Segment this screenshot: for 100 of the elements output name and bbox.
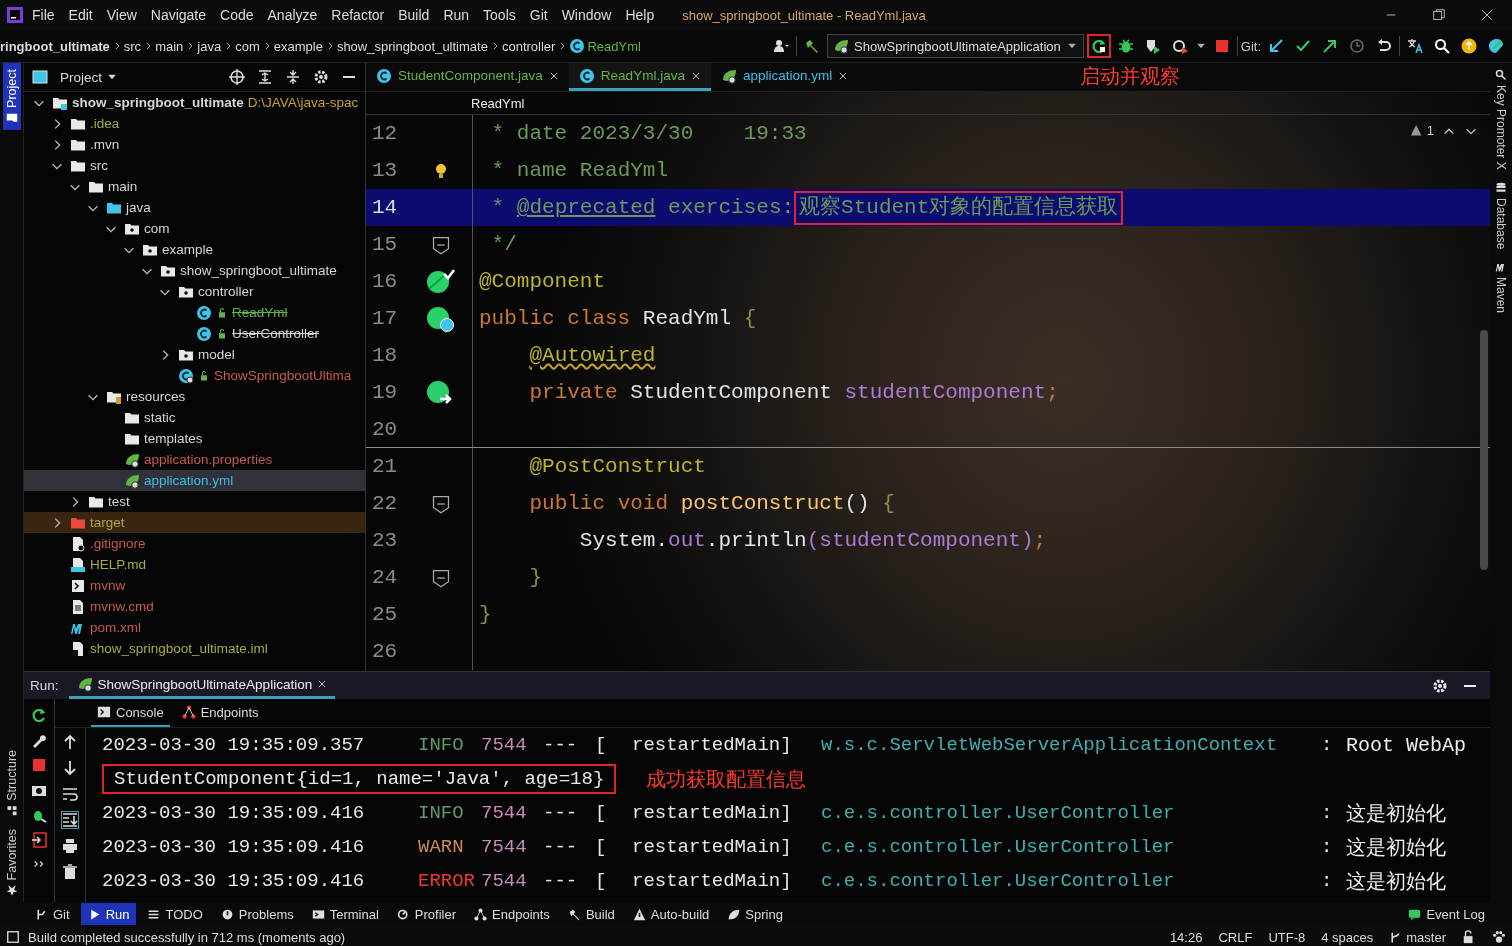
tree-item[interactable]: HELP.md [24,554,365,575]
tool-window-button[interactable]: Profiler [389,903,464,925]
tool-window-tab[interactable]: Project [2,63,21,130]
tree-item[interactable]: .gitignore [24,533,365,554]
exit-icon[interactable] [31,832,47,848]
menu-item[interactable]: Build [392,4,436,26]
print-icon[interactable] [62,838,78,854]
settings-icon[interactable] [1432,677,1448,694]
tool-window-tab[interactable]: Structure [2,743,21,823]
breadcrumb[interactable]: ringboot_ultimate [0,38,110,54]
tool-window-button[interactable]: TODO [140,903,210,925]
event-log-button[interactable]: Event Log [1401,903,1492,925]
menu-item[interactable]: View [100,4,143,26]
tree-item[interactable]: model [24,344,365,365]
tree-item[interactable]: show_springboot_ultimate [24,260,365,281]
trash-icon[interactable] [62,864,78,880]
tree-item[interactable]: com [24,218,365,239]
warning-count[interactable]: 1 [1409,123,1434,138]
tree-item[interactable]: templates [24,428,365,449]
menu-item[interactable]: Help [619,4,661,26]
tool-window-button[interactable]: Problems [213,903,301,925]
status-item[interactable]: 4 spaces [1321,929,1374,945]
arrow-up-icon[interactable] [62,734,78,750]
rerun-button[interactable] [1086,34,1111,58]
menu-item[interactable]: Tools [477,4,522,26]
run-configuration-dropdown[interactable]: ShowSpringbootUltimateApplication [827,34,1084,58]
menu-item[interactable]: File [26,4,61,26]
tool-window-tab[interactable]: Favorites [2,822,21,902]
tree-item[interactable]: java [24,197,365,218]
tool-window-button[interactable]: Auto-build [625,903,717,925]
crosshair-icon[interactable] [229,69,245,85]
tree-item[interactable]: ReadYml [24,302,365,323]
tree-item[interactable]: src [24,155,365,176]
menu-item[interactable]: Run [437,4,476,26]
tree-item[interactable]: test [24,491,365,512]
tree-item[interactable]: .idea [24,113,365,134]
close-icon[interactable] [838,70,849,81]
tree-item[interactable]: pom.xml [24,617,365,638]
settings-icon[interactable] [313,69,329,85]
close-icon[interactable] [1480,8,1494,22]
tree-item[interactable]: mvnw [24,575,365,596]
scroll-to-end-icon[interactable] [62,812,78,828]
console-tab[interactable]: Endpoints [175,699,265,727]
status-item[interactable]: CRLF [1218,929,1253,945]
breadcrumb[interactable]: show_springboot_ultimate [336,38,488,54]
console-tab[interactable]: Console [91,699,170,727]
breadcrumb[interactable]: ReadYml [587,38,641,54]
tool-window-button[interactable]: Spring [720,903,790,925]
editor-breadcrumb[interactable]: ReadYml [471,95,525,111]
close-icon[interactable] [548,70,559,81]
restore-icon[interactable] [1432,8,1446,22]
menu-item[interactable]: Edit [62,4,99,26]
wrench-icon[interactable] [31,732,47,748]
tool-window-button[interactable]: Endpoints [467,903,557,925]
tree-item[interactable]: example [24,239,365,260]
arrow-down-icon[interactable] [62,760,78,776]
tool-window-button[interactable]: Run [80,903,137,925]
scrollbar-thumb[interactable] [1480,330,1488,570]
breadcrumb[interactable]: com [235,38,260,54]
collapse-all-icon[interactable] [285,69,301,85]
tree-item[interactable]: application.yml [24,470,365,491]
tree-item[interactable]: target [24,512,365,533]
git-branch[interactable]: master [1389,929,1446,945]
editor-tab[interactable]: ReadYml.java [568,63,711,91]
tree-item[interactable]: main [24,176,365,197]
tree-item[interactable]: show_springboot_ultimate.iml [24,638,365,659]
status-item[interactable]: 14:26 [1169,929,1203,945]
tool-window-button[interactable]: Build [560,903,622,925]
close-icon[interactable] [317,679,328,689]
tree-item[interactable]: UserController [24,323,365,344]
tree-item[interactable]: static [24,407,365,428]
menu-item[interactable]: Analyze [261,4,324,26]
wrap-icon[interactable] [62,786,78,802]
breadcrumb[interactable]: src [123,38,142,54]
tool-window-button[interactable]: Git [28,903,77,925]
editor-tab[interactable]: application.yml [710,63,859,91]
tool-window-tab[interactable]: Key Promoter X [1492,63,1510,176]
expand-all-icon[interactable] [257,69,273,85]
tree-item[interactable]: controller [24,281,365,302]
tree-item[interactable]: show_springboot_ultimate D:\JAVA\java-spac [24,92,365,113]
tool-window-button[interactable]: Terminal [304,903,386,925]
menu-item[interactable]: Refactor [325,4,391,26]
lock-icon[interactable] [1462,930,1476,944]
tree-item[interactable]: .mvn [24,134,365,155]
tree-item[interactable]: mvnw.cmd [24,596,365,617]
tool-window-tab[interactable]: Maven [1492,255,1510,320]
tree-item[interactable]: resources [24,386,365,407]
tree-item[interactable]: ShowSpringbootUltima [24,365,365,386]
status-item[interactable]: UTF-8 [1268,929,1306,945]
rerun-icon[interactable] [31,707,47,723]
close-icon[interactable] [690,70,701,81]
breadcrumb[interactable]: main [155,38,184,54]
tree-item[interactable]: application.properties [24,449,365,470]
breadcrumb[interactable]: controller [501,38,556,54]
editor-tab[interactable]: StudentComponent.java [366,63,569,91]
breadcrumb[interactable]: java [197,38,222,54]
project-view-dropdown[interactable]: Project [54,68,125,86]
menu-item[interactable]: Window [555,4,618,26]
tool-window-tab[interactable]: Database [1492,175,1510,256]
breadcrumb[interactable]: example [273,38,323,54]
